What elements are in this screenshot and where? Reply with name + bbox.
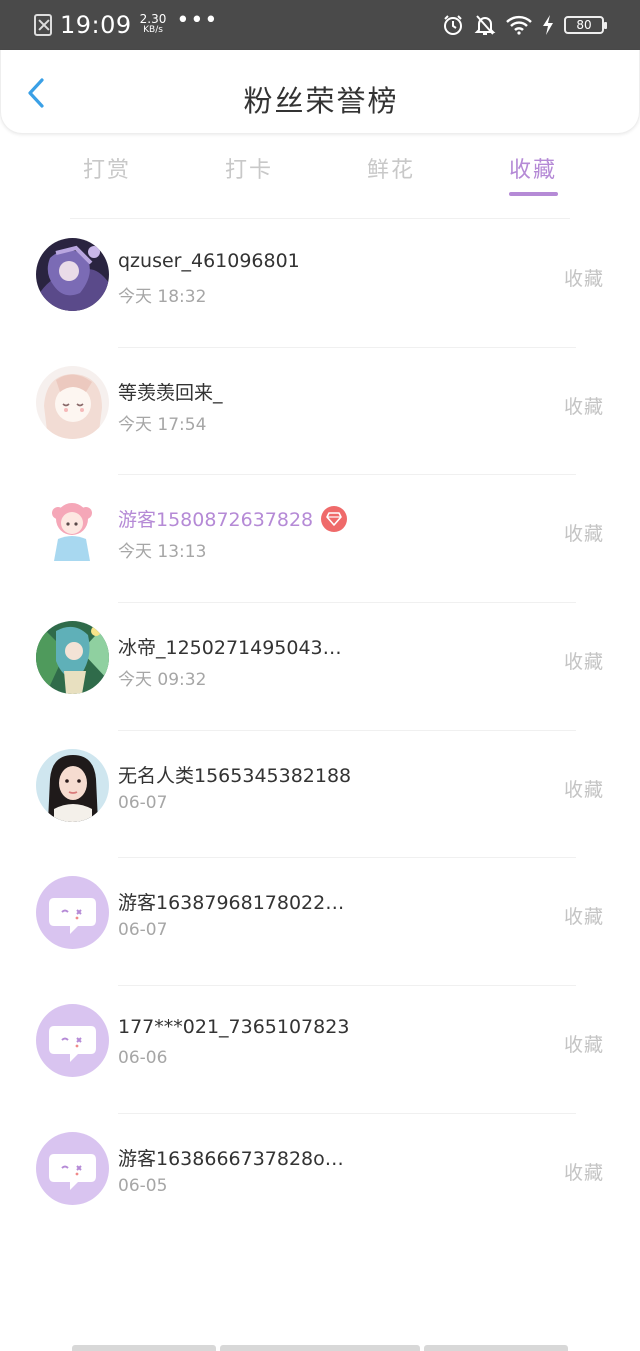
sim-off-icon — [34, 14, 52, 36]
user-name: qzuser_461096801 — [118, 250, 300, 272]
avatar[interactable] — [36, 748, 109, 822]
network-speed: 2.30 KB/s — [139, 12, 167, 36]
user-name: 等羡羡回来_ — [118, 381, 223, 404]
more-notifications-icon: ••• — [176, 7, 219, 33]
battery-level: 80 — [576, 18, 592, 32]
tab-checkin[interactable]: 打卡 — [199, 152, 299, 184]
tab-favorites[interactable]: 收藏 — [483, 152, 583, 184]
user-name: 无名人类1565345382188 — [118, 764, 352, 787]
avatar[interactable] — [36, 621, 109, 695]
avatar[interactable] — [36, 1004, 109, 1078]
status-bar: 19:09 2.30 KB/s ••• 80 — [0, 0, 640, 50]
list-item[interactable]: 177***021_7365107823 06-06 收藏 — [0, 986, 640, 1114]
action-label: 收藏 — [563, 778, 604, 801]
tab-reward[interactable]: 打赏 — [57, 152, 157, 184]
alarm-icon — [444, 15, 462, 35]
app-header: 粉丝荣誉榜 — [0, 50, 640, 134]
list-item[interactable]: 游客1638666737828o… 06-05 收藏 — [0, 1114, 640, 1242]
status-time: 19:09 — [60, 11, 132, 39]
bottom-bar-segment — [72, 1345, 216, 1351]
network-speed-unit: KB/s — [143, 25, 163, 35]
list-item[interactable]: 游客16387968178022… 06-07 收藏 — [0, 858, 640, 987]
bottom-handle — [0, 1345, 640, 1351]
bottom-bar-segment — [220, 1345, 420, 1351]
mute-bell-icon — [474, 15, 496, 35]
active-tab-indicator — [509, 192, 558, 196]
fan-list: qzuser_461096801 今天 18:32 收藏 等羡羡回来_ 今天 1… — [0, 220, 640, 1242]
avatar[interactable] — [36, 1131, 109, 1205]
list-item[interactable]: qzuser_461096801 今天 18:32 收藏 — [0, 220, 640, 348]
charging-icon — [543, 15, 553, 35]
user-name: 游客16387968178022… — [118, 892, 345, 915]
vip-badge-icon — [321, 505, 348, 532]
avatar[interactable] — [36, 876, 109, 950]
user-time: 06-05 — [118, 1175, 168, 1196]
avatar[interactable] — [36, 493, 109, 567]
list-item[interactable]: 等羡羡回来_ 今天 17:54 收藏 — [0, 348, 640, 476]
action-label: 收藏 — [563, 651, 604, 674]
wifi-icon — [506, 15, 532, 35]
bottom-bar-segment — [424, 1345, 568, 1351]
list-item[interactable]: 无名人类1565345382188 06-07 收藏 — [0, 731, 640, 859]
user-time: 今天 18:32 — [118, 287, 207, 307]
user-time: 06-06 — [118, 1048, 168, 1069]
user-name: 游客1638666737828o… — [118, 1147, 344, 1170]
tab-divider — [70, 218, 570, 219]
avatar[interactable] — [36, 238, 109, 311]
action-label: 收藏 — [563, 1161, 604, 1184]
action-label: 收藏 — [563, 268, 604, 290]
action-label: 收藏 — [563, 1034, 604, 1057]
network-speed-value: 2.30 — [139, 12, 167, 26]
user-time: 今天 13:13 — [118, 542, 207, 563]
list-item[interactable]: 冰帝_1250271495043… 今天 09:32 收藏 — [0, 603, 640, 731]
tab-bar: 打赏 打卡 鲜花 收藏 — [0, 140, 640, 219]
list-item[interactable]: 游客1580872637828 今天 13:13 收藏 — [0, 475, 640, 604]
avatar[interactable] — [36, 365, 109, 439]
user-name: 游客1580872637828 — [118, 509, 314, 532]
user-name: 冰帝_1250271495043… — [118, 637, 342, 660]
tab-flowers[interactable]: 鲜花 — [341, 152, 441, 184]
battery-icon: 80 — [564, 16, 607, 34]
user-time: 今天 17:54 — [118, 414, 207, 435]
action-label: 收藏 — [563, 395, 604, 418]
user-name: 177***021_7365107823 — [118, 1016, 350, 1039]
action-label: 收藏 — [563, 523, 604, 546]
action-label: 收藏 — [563, 906, 604, 929]
user-time: 今天 09:32 — [118, 670, 207, 691]
page-title: 粉丝荣誉榜 — [243, 84, 399, 118]
user-time: 06-07 — [118, 920, 168, 941]
user-time: 06-07 — [118, 792, 168, 813]
